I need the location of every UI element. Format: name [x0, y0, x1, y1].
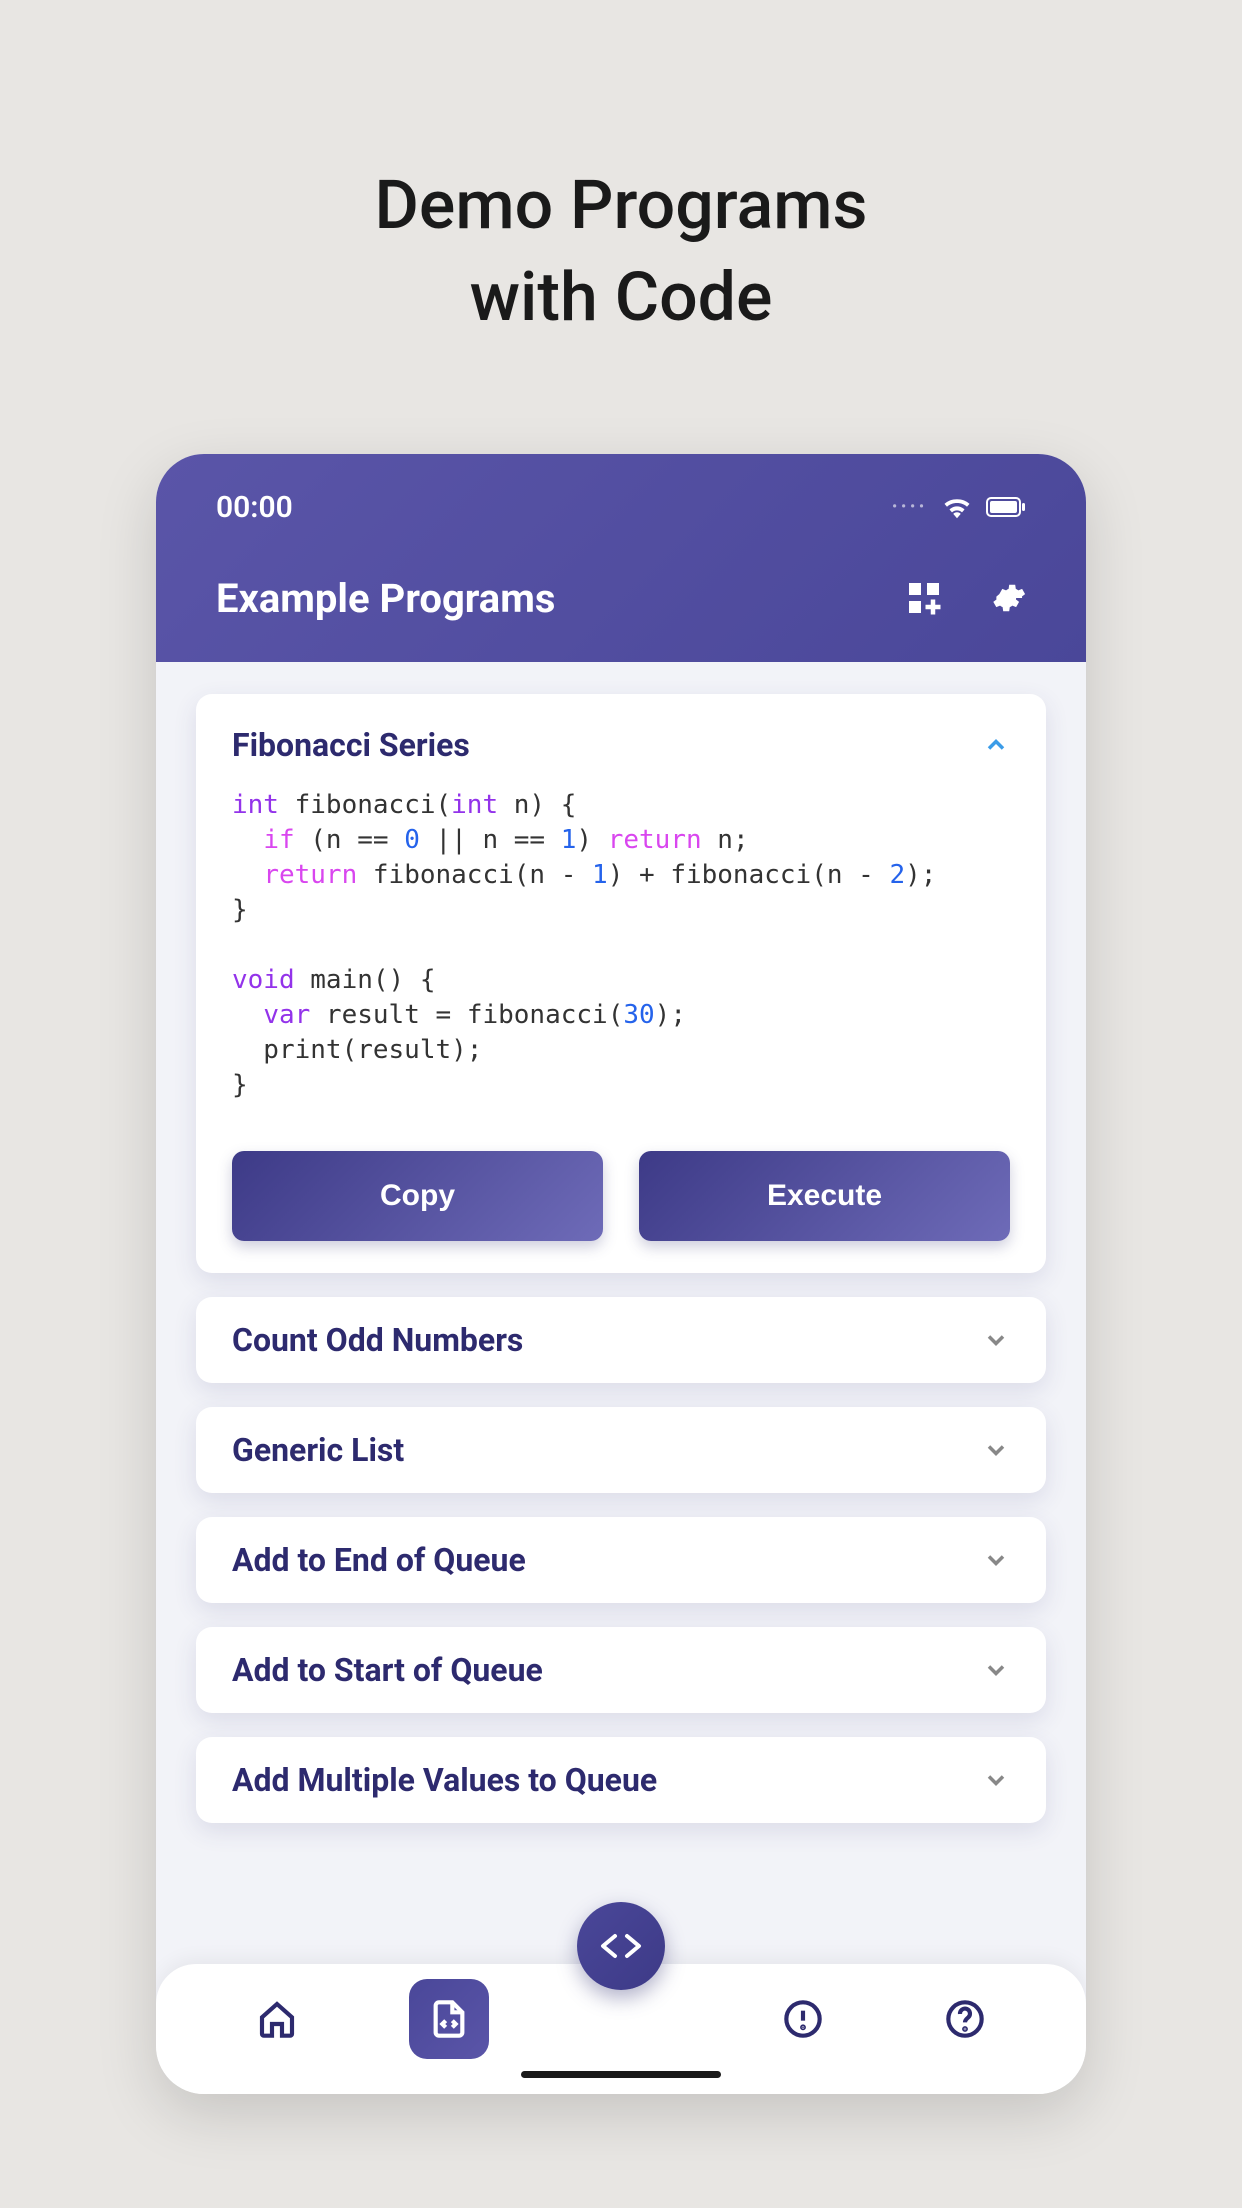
content-area: Fibonacci Series int fibonacci(int n) { … — [156, 662, 1086, 2094]
nav-alert[interactable] — [773, 1989, 833, 2049]
card-title: Add Multiple Values to Queue — [232, 1761, 657, 1799]
wifi-icon — [942, 495, 972, 519]
chevron-down-icon — [982, 1546, 1010, 1574]
alert-circle-icon — [783, 1999, 823, 2039]
status-time: 00:00 — [216, 490, 293, 525]
nav-help[interactable] — [935, 1989, 995, 2049]
page-heading: Demo Programswith Code — [375, 160, 868, 344]
chevron-down-icon — [982, 1656, 1010, 1684]
fab-code-button[interactable] — [577, 1902, 665, 1990]
card-title: Fibonacci Series — [232, 726, 470, 764]
battery-icon — [986, 497, 1026, 517]
program-card-collapsed[interactable]: Add to Start of Queue — [196, 1627, 1046, 1713]
card-title: Add to End of Queue — [232, 1541, 526, 1579]
program-card-expanded: Fibonacci Series int fibonacci(int n) { … — [196, 694, 1046, 1274]
app-header: 00:00 •••• Example Programs — [156, 454, 1086, 662]
execute-button[interactable]: Execute — [639, 1151, 1010, 1241]
signal-dots-icon: •••• — [892, 499, 928, 515]
chevron-down-icon — [982, 1436, 1010, 1464]
card-header[interactable]: Fibonacci Series — [232, 726, 1010, 764]
file-code-icon — [429, 1999, 469, 2039]
help-circle-icon — [945, 1999, 985, 2039]
status-bar: 00:00 •••• — [216, 490, 1026, 525]
home-indicator — [521, 2071, 721, 2078]
phone-frame: 00:00 •••• Example Programs Fibonacci Se… — [156, 454, 1086, 2094]
nav-programs[interactable] — [409, 1979, 489, 2059]
card-title: Generic List — [232, 1431, 404, 1469]
grid-add-icon[interactable] — [906, 580, 942, 616]
program-card-collapsed[interactable]: Generic List — [196, 1407, 1046, 1493]
copy-button[interactable]: Copy — [232, 1151, 603, 1241]
chevron-down-icon — [982, 1326, 1010, 1354]
program-card-collapsed[interactable]: Add Multiple Values to Queue — [196, 1737, 1046, 1823]
chevron-down-icon — [982, 1766, 1010, 1794]
screen-title: Example Programs — [216, 575, 555, 622]
program-card-collapsed[interactable]: Count Odd Numbers — [196, 1297, 1046, 1383]
nav-home[interactable] — [247, 1989, 307, 2049]
program-card-collapsed[interactable]: Add to End of Queue — [196, 1517, 1046, 1603]
home-icon — [257, 1999, 297, 2039]
card-title: Count Odd Numbers — [232, 1321, 523, 1359]
card-title: Add to Start of Queue — [232, 1651, 543, 1689]
gear-icon[interactable] — [990, 580, 1026, 616]
code-icon — [598, 1931, 644, 1961]
chevron-up-icon — [982, 731, 1010, 759]
code-block: int fibonacci(int n) { if (n == 0 || n =… — [232, 788, 1010, 1104]
status-icons: •••• — [892, 495, 1026, 519]
